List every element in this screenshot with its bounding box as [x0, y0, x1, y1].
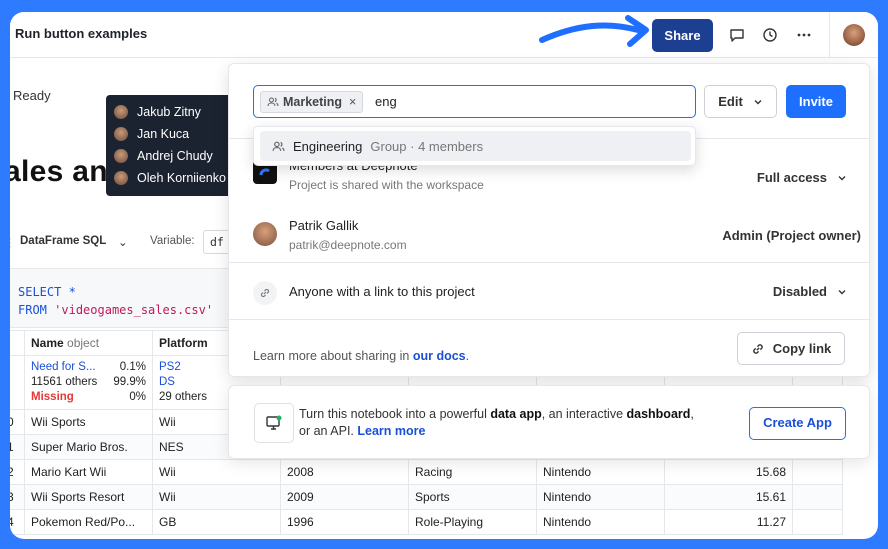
search-suggestions: Engineering Group · 4 members: [253, 126, 696, 166]
access-select[interactable]: Full access: [757, 170, 847, 185]
avatar: [114, 171, 128, 185]
data-app-icon: [254, 403, 294, 443]
suggestion-name: Engineering: [293, 138, 363, 154]
sql-string: 'videogames_sales.csv': [54, 303, 214, 317]
search-typed-text: eng: [375, 94, 397, 109]
more-icon[interactable]: [793, 24, 815, 46]
share-button[interactable]: Share: [652, 19, 713, 52]
app-window: Run button examples Share Ready ales ana…: [10, 12, 878, 539]
column-header-name[interactable]: Name object: [24, 330, 153, 356]
history-icon[interactable]: [759, 24, 781, 46]
avatar: [253, 222, 277, 246]
access-label: Full access: [756, 170, 827, 185]
divider: [229, 262, 869, 263]
member-name: Patrik Gallik: [289, 218, 359, 233]
create-app-card: Turn this notebook into a powerful data …: [228, 385, 870, 459]
sql-keyword: FROM: [18, 303, 47, 317]
learn-more-link[interactable]: Learn more: [357, 424, 425, 438]
create-app-description: Turn this notebook into a powerful data …: [299, 407, 694, 438]
link-icon: [752, 343, 763, 354]
member-row-owner: Patrik Gallik patrik@deepnote.com Admin …: [253, 216, 861, 256]
chevron-down-icon: [838, 289, 846, 294]
sql-keyword: *: [61, 285, 76, 299]
avatar: [114, 149, 128, 163]
member-email: patrik@deepnote.com: [289, 238, 407, 252]
chevron-down-icon: [838, 175, 846, 180]
variable-label: Variable:: [150, 235, 195, 247]
learn-more-text: Learn more about sharing in our docs.: [253, 349, 470, 363]
copy-link-label: Copy link: [772, 341, 832, 356]
index-header: [10, 330, 25, 356]
comment-icon[interactable]: [726, 24, 748, 46]
avatar: [114, 127, 128, 141]
owner-role: Admin (Project owner): [722, 228, 861, 243]
role-label: Admin (Project owner): [722, 228, 861, 243]
kernel-status: Ready: [13, 88, 51, 103]
group-icon: [272, 141, 285, 151]
link-sharing-row: Anyone with a link to this project Disab…: [253, 278, 853, 308]
chevron-down-icon: [754, 99, 762, 104]
tooltip-user: Andrej Chudy: [114, 145, 241, 167]
invite-search-input[interactable]: Marketing × eng: [253, 85, 696, 118]
permission-select[interactable]: Edit: [704, 85, 777, 118]
tooltip-user: Jakub Zitny: [114, 101, 241, 123]
toolbar-divider: [829, 12, 830, 58]
avatar: [114, 105, 128, 119]
chip-label: Marketing: [283, 95, 343, 109]
chevron-down-icon[interactable]: ⌄: [118, 235, 128, 249]
suggestion-engineering[interactable]: Engineering Group · 4 members: [260, 131, 691, 161]
group-icon: [267, 97, 279, 107]
invitee-chip[interactable]: Marketing ×: [260, 91, 364, 113]
top-bar: Run button examples Share: [10, 12, 878, 58]
sql-block-toolbar: ⋮ DataFrame SQL ⌄ Variable: df: [10, 230, 243, 256]
permission-label: Edit: [718, 94, 743, 109]
arrow-pointer-icon: [539, 15, 649, 47]
invite-button[interactable]: Invite: [786, 85, 846, 118]
name-column-stats: Need for S... 0.1% 11561 others 99.9% Miss…: [24, 355, 153, 410]
link-status: Disabled: [772, 284, 827, 299]
copy-link-button[interactable]: Copy link: [737, 332, 845, 365]
create-app-button[interactable]: Create App: [749, 407, 846, 440]
link-icon: [253, 281, 277, 305]
project-title: Run button examples: [15, 26, 148, 41]
user-avatar[interactable]: [843, 24, 865, 46]
link-sharing-label: Anyone with a link to this project: [289, 284, 475, 299]
stats-index: [10, 355, 25, 410]
divider: [229, 319, 869, 320]
sql-mode-select[interactable]: DataFrame SQL: [20, 235, 106, 247]
tooltip-user: Oleh Korniienko: [114, 167, 241, 189]
member-subtitle: Project is shared with the workspace: [289, 178, 484, 192]
share-dialog: Marketing × eng Edit Invite Engineering …: [228, 63, 870, 377]
table-row[interactable]: 2 Mario Kart Wii Wii 2008 Racing Nintendo 15.6…: [10, 459, 843, 485]
sql-editor[interactable]: SELECT * FROM 'videogames_sales.csv': [10, 268, 240, 328]
docs-link[interactable]: our docs: [413, 349, 466, 363]
sql-keyword: SELECT: [18, 285, 62, 299]
tooltip-user: Jan Kuca: [114, 123, 241, 145]
table-row[interactable]: 4 Pokemon Red/Po... GB 1996 Role-Playing Nint…: [10, 509, 843, 535]
remove-chip-icon[interactable]: ×: [349, 95, 356, 109]
table-row[interactable]: 3 Wii Sports Resort Wii 2009 Sports Nintendo 1…: [10, 484, 843, 510]
suggestion-meta: Group · 4 members: [370, 138, 484, 154]
link-access-select[interactable]: Disabled: [773, 284, 847, 299]
drag-handle-icon[interactable]: ⋮: [10, 235, 16, 249]
